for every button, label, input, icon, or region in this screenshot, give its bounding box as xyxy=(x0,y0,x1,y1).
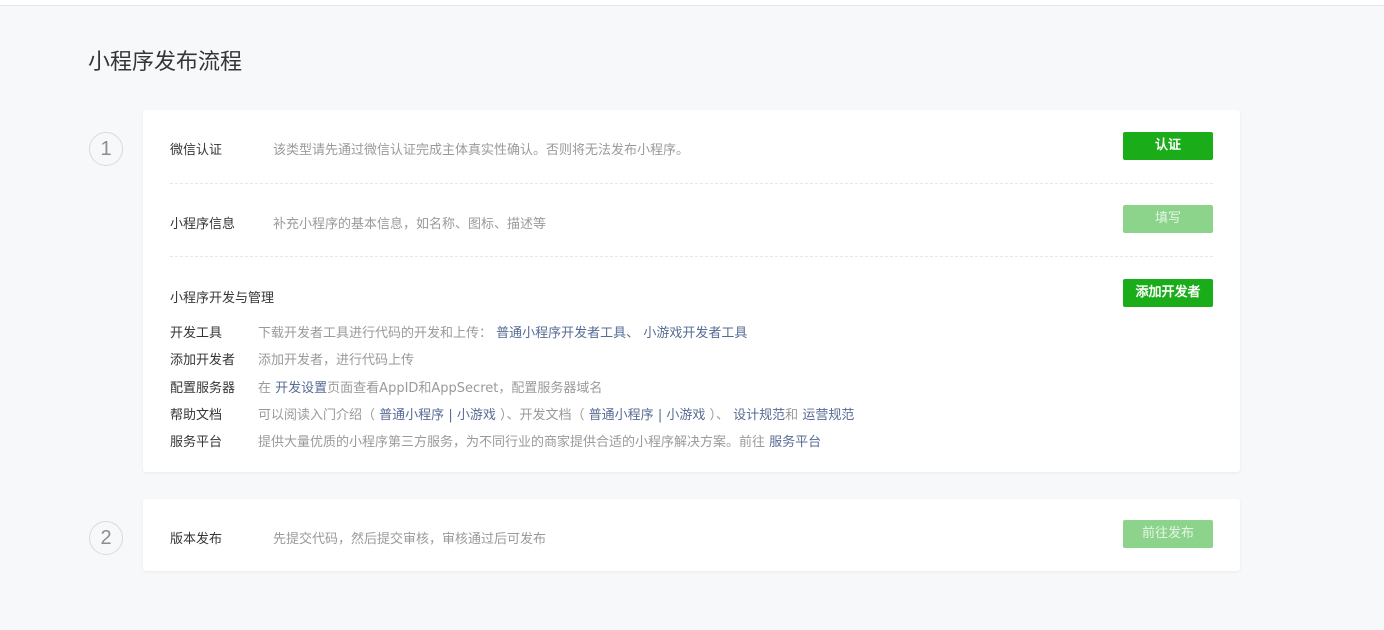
auth-label: 微信认证 xyxy=(170,143,223,158)
service-platform-link[interactable]: 服务平台 xyxy=(769,435,821,450)
release-row: 版本发布 先提交代码，然后提交审核，审核通过后可发布 xyxy=(170,527,1213,547)
help-text: ）、 xyxy=(709,408,730,423)
dev-label: 小程序开发与管理 xyxy=(170,291,275,306)
pipe-separator: | xyxy=(657,408,663,423)
server-post-text: 页面查看AppID和AppSecret，配置服务器域名 xyxy=(327,381,603,396)
dev-tools-desc: 下载开发者工具进行代码的开发和上传： 普通小程序开发者工具、 小游戏开发者工具 xyxy=(258,322,747,341)
server-config-desc: 在 开发设置页面查看AppID和AppSecret，配置服务器域名 xyxy=(258,377,602,396)
service-platform-row: 服务平台 提供大量优质的小程序第三方服务，为不同行业的商家提供合适的小程序解决方… xyxy=(170,431,1213,450)
server-config-row: 配置服务器 在 开发设置页面查看AppID和AppSecret，配置服务器域名 xyxy=(170,377,1213,396)
help-docs-label: 帮助文档 xyxy=(170,408,223,423)
info-desc: 补充小程序的基本信息，如名称、图标、描述等 xyxy=(273,217,547,232)
help-docs-desc: 可以阅读入门介绍（ 普通小程序 | 小游戏 ）、开发文档（ 普通小程序 | 小游… xyxy=(258,404,854,423)
help-text: 和 xyxy=(785,408,799,423)
help-docs-row: 帮助文档 可以阅读入门介绍（ 普通小程序 | 小游戏 ）、开发文档（ 普通小程序… xyxy=(170,404,1213,423)
fill-info-button[interactable]: 填写 xyxy=(1123,205,1213,233)
docs-mini-game-link[interactable]: 小游戏 xyxy=(666,408,705,423)
service-platform-label: 服务平台 xyxy=(170,435,223,450)
step-number-1: 1 xyxy=(89,132,123,166)
auth-row: 微信认证 该类型请先通过微信认证完成主体真实性确认。否则将无法发布小程序。 xyxy=(170,138,1213,158)
go-release-button[interactable]: 前往发布 xyxy=(1123,520,1213,548)
dev-tools-label: 开发工具 xyxy=(170,326,223,341)
info-row: 小程序信息 补充小程序的基本信息，如名称、图标、描述等 xyxy=(170,212,1213,232)
design-guide-link[interactable]: 设计规范 xyxy=(733,408,785,423)
help-text: ）、开发文档（ xyxy=(500,408,585,423)
ops-guide-link[interactable]: 运营规范 xyxy=(802,408,854,423)
dev-row: 小程序开发与管理 xyxy=(170,286,1213,306)
service-platform-desc: 提供大量优质的小程序第三方服务，为不同行业的商家提供合适的小程序解决方案。前往 … xyxy=(258,431,821,450)
auth-button[interactable]: 认证 xyxy=(1123,132,1213,160)
info-label: 小程序信息 xyxy=(170,217,236,232)
dev-tools-text: 下载开发者工具进行代码的开发和上传： xyxy=(258,326,493,341)
mini-game-tool-link[interactable]: 小游戏开发者工具 xyxy=(643,326,747,341)
top-bar xyxy=(0,0,1384,6)
docs-mini-program-link[interactable]: 普通小程序 xyxy=(589,408,654,423)
help-text: 可以阅读入门介绍（ xyxy=(258,408,376,423)
add-dev-desc: 添加开发者，进行代码上传 xyxy=(258,353,415,368)
server-config-label: 配置服务器 xyxy=(170,381,236,396)
release-desc: 先提交代码，然后提交审核，审核通过后可发布 xyxy=(273,532,547,547)
release-label: 版本发布 xyxy=(170,532,223,547)
add-dev-label: 添加开发者 xyxy=(170,353,236,368)
step-number-2: 2 xyxy=(89,521,123,555)
intro-mini-game-link[interactable]: 小游戏 xyxy=(457,408,496,423)
auth-desc: 该类型请先通过微信认证完成主体真实性确认。否则将无法发布小程序。 xyxy=(273,143,690,158)
step2-card: 版本发布 先提交代码，然后提交审核，审核通过后可发布 前往发布 xyxy=(143,499,1240,571)
dev-tools-row: 开发工具 下载开发者工具进行代码的开发和上传： 普通小程序开发者工具、 小游戏开… xyxy=(170,322,1213,341)
divider xyxy=(170,256,1213,257)
mini-program-tool-link[interactable]: 普通小程序开发者工具 xyxy=(496,326,626,341)
platform-text: 提供大量优质的小程序第三方服务，为不同行业的商家提供合适的小程序解决方案。前往 xyxy=(258,435,766,450)
server-pre-text: 在 xyxy=(258,381,272,396)
dev-settings-link[interactable]: 开发设置 xyxy=(275,381,327,396)
pipe-separator: | xyxy=(448,408,453,423)
add-developer-button[interactable]: 添加开发者 xyxy=(1123,279,1213,307)
divider xyxy=(170,183,1213,184)
link-separator: 、 xyxy=(626,326,640,341)
intro-mini-program-link[interactable]: 普通小程序 xyxy=(379,408,444,423)
step1-card: 微信认证 该类型请先通过微信认证完成主体真实性确认。否则将无法发布小程序。 认证… xyxy=(143,110,1240,472)
page-title: 小程序发布流程 xyxy=(88,50,243,75)
add-dev-row: 添加开发者 添加开发者，进行代码上传 xyxy=(170,349,1213,368)
